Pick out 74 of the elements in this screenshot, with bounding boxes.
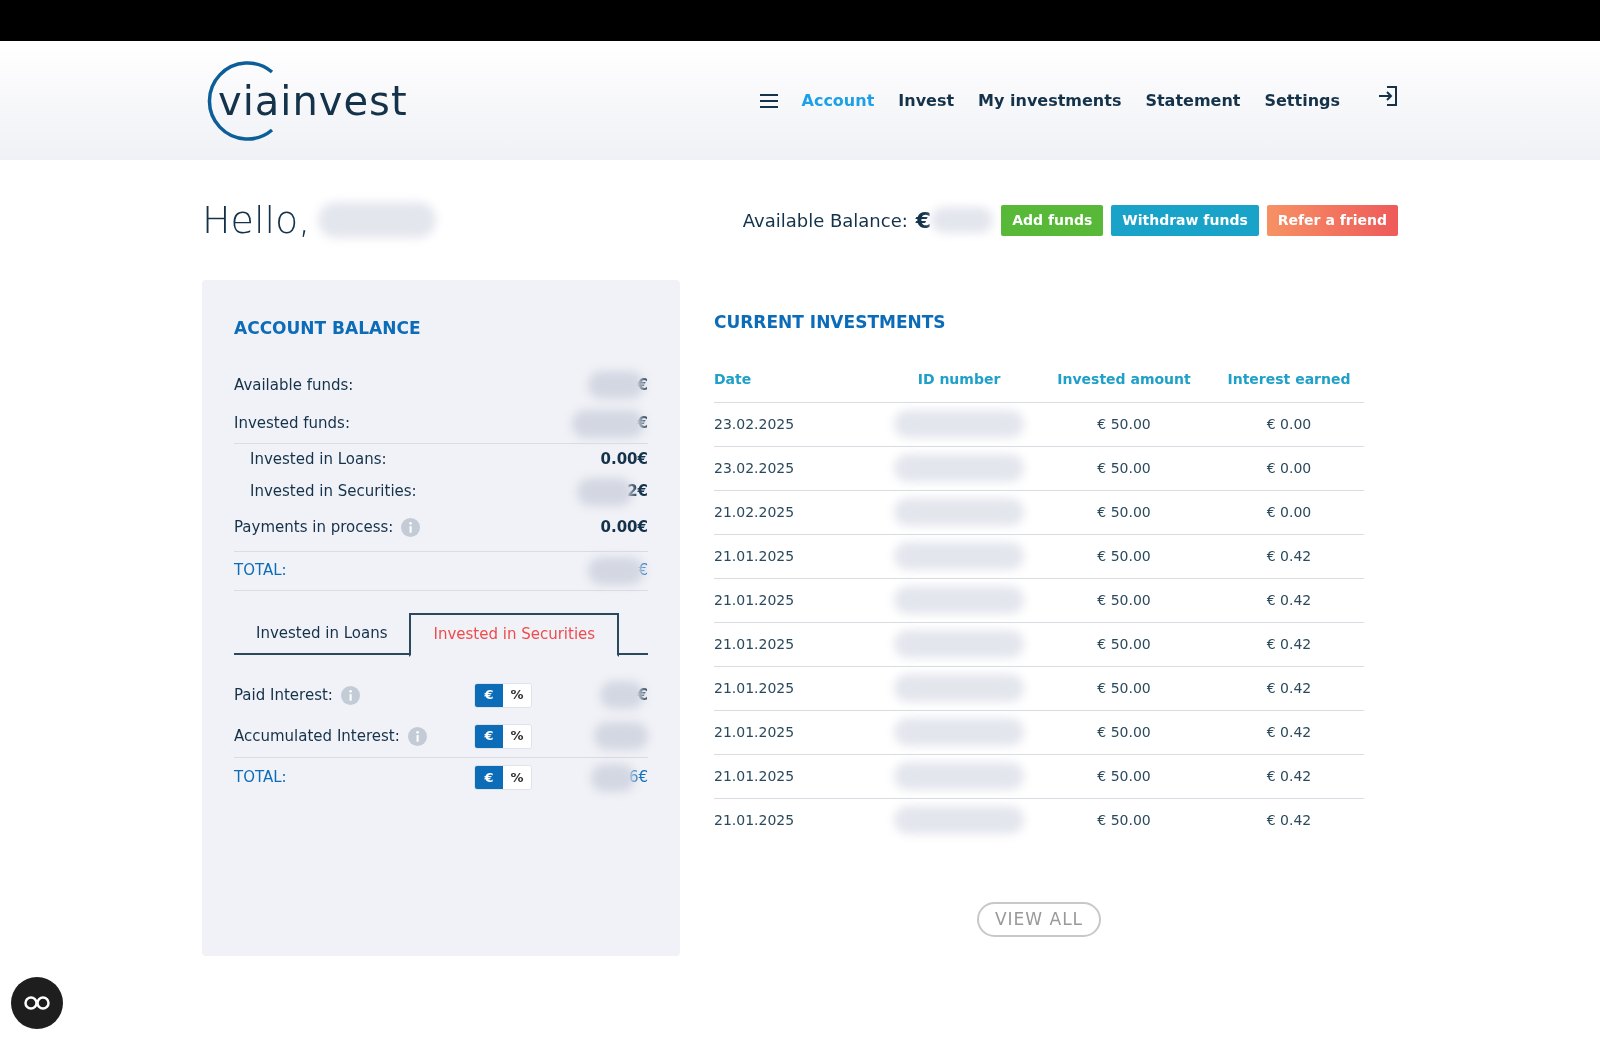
table-cell-text: 21.02.2025 [714,502,796,522]
table-cell-text: € 0.42 [1266,810,1312,830]
table-cell-text: € 0.42 [1266,590,1312,610]
column-header: Interest earned [1227,370,1351,389]
section-title: CURRENT INVESTMENTS [714,311,947,334]
amount-value: € [637,684,648,706]
currency-symbol: € [915,206,932,235]
table-cell-text: 21.01.2025 [714,722,796,742]
row-label: Accumulated Interest: [234,725,400,747]
table-cell-text: € 50.00 [1097,766,1151,786]
row-label: Available funds: [234,374,354,396]
column-header: Date [714,370,752,389]
row-label: Invested funds: [234,413,350,435]
nav-link[interactable]: Invest [898,88,955,113]
redacted-blur [594,722,648,750]
amount-value: € [637,413,648,435]
greeting: Hello, [202,196,311,244]
amount-value: 6€ [628,767,648,789]
column-header: ID number [917,370,1001,389]
glasses-icon [24,996,50,1010]
amount-value: 0.00€ [600,449,648,471]
row-label: Invested in Loans: [250,449,387,471]
table-cell-text: € 0.00 [1266,458,1312,478]
unit-toggle[interactable]: € [475,766,503,789]
section-title: ACCOUNT BALANCE [234,317,422,340]
table-cell-text: € 0.42 [1266,766,1312,786]
table-cell-text: € 0.42 [1266,634,1312,654]
logout-icon[interactable] [1378,84,1398,107]
table-cell-text: € 0.42 [1266,678,1312,698]
table-cell-text: € 50.00 [1097,634,1151,654]
unit-toggle[interactable]: € [475,683,503,707]
redacted-blur [931,207,994,233]
tab[interactable]: Invested in Loans [234,612,410,655]
amount-value: 2€ [627,481,648,503]
table-cell-text: € 0.00 [1266,502,1312,522]
logo[interactable]: viainvest [218,70,408,131]
balance-label: Available Balance: [742,208,908,233]
row-label: Paid Interest: [234,684,333,706]
table-cell-text: 21.01.2025 [714,546,796,566]
row-label: Invested in Securities: [250,481,417,503]
table-cell-text: 23.02.2025 [714,414,796,434]
table-cell-text: € 0.42 [1266,546,1312,566]
amount-value: € [637,374,648,396]
table-cell-text: 21.01.2025 [714,590,796,610]
unit-toggle[interactable]: % [503,724,531,748]
table-cell-text: 23.02.2025 [714,458,796,478]
table-cell-text: € 50.00 [1097,678,1151,698]
unit-toggle[interactable]: % [503,683,531,707]
row-label: Payments in process: [234,516,394,538]
table-cell-text: € 50.00 [1097,810,1151,830]
row-label: TOTAL: [234,767,287,789]
table-cell-text: € 0.00 [1266,414,1312,434]
table-cell-text: € 50.00 [1097,458,1151,478]
nav-link[interactable]: Statement [1145,88,1241,113]
table-cell-text: 21.01.2025 [714,678,796,698]
unit-toggle[interactable]: % [503,766,531,789]
nav-link[interactable]: Settings [1264,88,1340,113]
menu-icon[interactable] [759,93,778,108]
table-cell-text: 21.01.2025 [714,634,796,654]
table-cell-text: 21.01.2025 [714,766,796,786]
table-cell-text: € 50.00 [1097,414,1151,434]
table-cell-text: 21.01.2025 [714,810,796,830]
row-label: TOTAL: [234,560,287,582]
amount-value: 0.00€ [600,516,648,538]
table-cell-text: € 50.00 [1097,502,1151,522]
table-cell-text: € 50.00 [1097,546,1151,566]
amount-value: € [638,560,648,582]
table-cell-text: € 50.00 [1097,722,1151,742]
unit-toggle[interactable]: € [475,724,503,748]
column-header: Invested amount [1057,370,1191,389]
table-cell-text: € 0.42 [1266,722,1312,742]
table-cell-text: € 50.00 [1097,590,1151,610]
floating-button[interactable] [11,977,63,1029]
nav-link[interactable]: My investments [978,88,1122,113]
